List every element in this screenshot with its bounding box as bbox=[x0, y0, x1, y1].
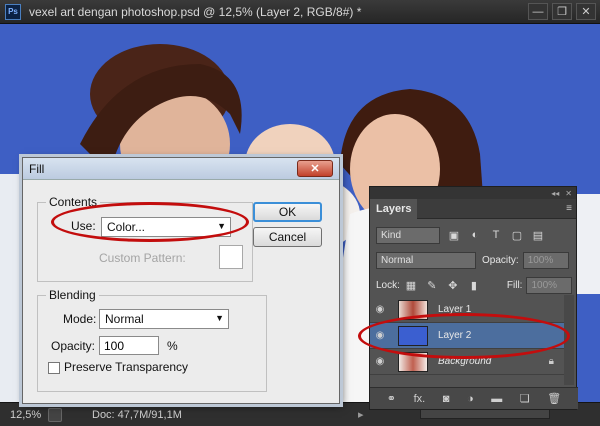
filter-kind-label: Kind bbox=[381, 229, 402, 241]
adjustment-icon[interactable]: ◑ bbox=[467, 393, 474, 405]
ok-button[interactable]: OK bbox=[253, 202, 322, 222]
chevron-down-icon: ▼ bbox=[217, 221, 226, 231]
custom-pattern-picker bbox=[219, 245, 243, 269]
use-dropdown-value: Color... bbox=[107, 220, 146, 234]
lock-icon: 🔒︎ bbox=[548, 356, 554, 367]
layers-opacity-value: 100% bbox=[527, 254, 554, 266]
use-label: Use: bbox=[71, 219, 96, 233]
mode-dropdown-value: Normal bbox=[105, 312, 144, 326]
collapse-panel-icon[interactable]: ◂◂ bbox=[551, 189, 559, 198]
opacity-input[interactable]: 100 bbox=[99, 336, 159, 355]
fill-label: Fill: bbox=[506, 279, 523, 291]
blend-mode-dropdown[interactable]: Normal bbox=[376, 251, 476, 269]
layers-panel: ◂◂ ✕ Layers ≡ Kind ▣ ◐ T ▢ ▤ Normal Opac… bbox=[369, 186, 578, 410]
layer-row-layer-2[interactable]: ◉ Layer 2 bbox=[370, 323, 564, 349]
adjustment-filter-icon[interactable]: ◐ bbox=[468, 228, 482, 242]
layer-name[interactable]: Layer 1 bbox=[438, 304, 471, 315]
horizontal-scrollbar[interactable] bbox=[420, 409, 550, 419]
lock-label: Lock: bbox=[376, 279, 400, 291]
status-menu-arrow-icon[interactable]: ▸ bbox=[358, 408, 364, 421]
contents-group: Contents bbox=[37, 195, 253, 282]
mask-icon[interactable]: ◙ bbox=[443, 393, 450, 405]
dialog-close-button[interactable]: ✕ bbox=[297, 160, 333, 177]
layers-opacity-label: Opacity: bbox=[482, 254, 519, 266]
fill-dialog-title: Fill bbox=[29, 161, 45, 176]
close-panel-icon[interactable]: ✕ bbox=[565, 189, 572, 198]
lock-position-icon[interactable]: ✥ bbox=[446, 278, 460, 292]
layer-row-background[interactable]: ◉ Background 🔒︎ bbox=[370, 349, 564, 375]
image-filter-icon[interactable]: ▣ bbox=[447, 228, 461, 242]
type-filter-icon[interactable]: T bbox=[489, 228, 503, 242]
panel-menu-icon[interactable]: ≡ bbox=[566, 203, 572, 214]
fill-dialog-title-bar: Fill bbox=[23, 158, 339, 180]
percent-label: % bbox=[167, 339, 178, 353]
shape-filter-icon[interactable]: ▢ bbox=[510, 228, 524, 242]
tab-layers[interactable]: Layers bbox=[370, 199, 418, 219]
use-dropdown[interactable]: Color... ▼ bbox=[101, 217, 231, 237]
fill-field[interactable]: 100% bbox=[526, 276, 573, 294]
layer-row-layer-1[interactable]: ◉ Layer 1 bbox=[370, 297, 564, 323]
fill-value: 100% bbox=[531, 279, 558, 291]
layer-name[interactable]: Layer 2 bbox=[438, 330, 471, 341]
blend-mode-value: Normal bbox=[381, 254, 414, 266]
minimize-button[interactable]: — bbox=[528, 3, 548, 20]
lock-transparent-icon[interactable]: ▦ bbox=[404, 278, 418, 292]
zoom-level[interactable]: 12,5% bbox=[10, 409, 48, 421]
layers-panel-footer: ⚭ fx. ◙ ◑ ▬ ❏ 🗑︎ bbox=[370, 387, 578, 409]
fill-dialog: Fill ✕ Contents Use: Color... ▼ Custom P… bbox=[22, 157, 340, 404]
layer-thumbnail bbox=[398, 299, 428, 320]
mode-label: Mode: bbox=[63, 312, 97, 326]
photoshop-logo-icon: Ps bbox=[5, 3, 21, 20]
cancel-button[interactable]: Cancel bbox=[253, 227, 322, 247]
layer-thumbnail bbox=[398, 325, 428, 346]
lock-all-icon[interactable]: ▮ bbox=[467, 278, 481, 292]
mode-dropdown[interactable]: Normal ▼ bbox=[99, 309, 229, 329]
document-size: Doc: 47,7M/91,1M bbox=[92, 408, 182, 421]
link-icon[interactable]: ⚭ bbox=[387, 392, 396, 405]
document-title: vexel art dengan photoshop.psd @ 12,5% (… bbox=[29, 4, 362, 19]
document-title-bar: Ps vexel art dengan photoshop.psd @ 12,5… bbox=[0, 0, 600, 24]
lock-image-icon[interactable]: ✎ bbox=[425, 278, 439, 292]
group-folder-icon[interactable]: ▬ bbox=[491, 393, 502, 405]
smart-object-filter-icon[interactable]: ▤ bbox=[531, 228, 545, 242]
visibility-eye-icon[interactable]: ◉ bbox=[370, 330, 390, 341]
layers-scrollbar[interactable] bbox=[564, 295, 574, 385]
opacity-input-value: 100 bbox=[104, 338, 125, 353]
chevron-down-icon: ▼ bbox=[215, 313, 224, 323]
close-window-button[interactable]: ✕ bbox=[576, 3, 596, 20]
layers-opacity-field[interactable]: 100% bbox=[522, 251, 569, 269]
layer-name[interactable]: Background bbox=[438, 356, 491, 367]
visibility-eye-icon[interactable]: ◉ bbox=[370, 356, 390, 367]
document-info-icon[interactable] bbox=[48, 407, 62, 422]
trash-icon[interactable]: 🗑︎ bbox=[547, 392, 561, 405]
filter-kind-dropdown[interactable]: Kind bbox=[376, 226, 440, 244]
preserve-transparency-label: Preserve Transparency bbox=[64, 360, 189, 374]
opacity-label: Opacity: bbox=[51, 339, 96, 353]
fx-icon[interactable]: fx. bbox=[414, 393, 426, 405]
preserve-transparency-checkbox[interactable] bbox=[48, 362, 60, 374]
new-layer-icon[interactable]: ❏ bbox=[520, 392, 530, 405]
custom-pattern-label: Custom Pattern: bbox=[99, 251, 186, 265]
layer-thumbnail bbox=[398, 351, 428, 372]
blending-group-label: Blending bbox=[46, 288, 99, 302]
contents-group-label: Contents bbox=[46, 195, 101, 209]
restore-button[interactable]: ❐ bbox=[552, 3, 572, 20]
visibility-eye-icon[interactable]: ◉ bbox=[370, 304, 390, 315]
